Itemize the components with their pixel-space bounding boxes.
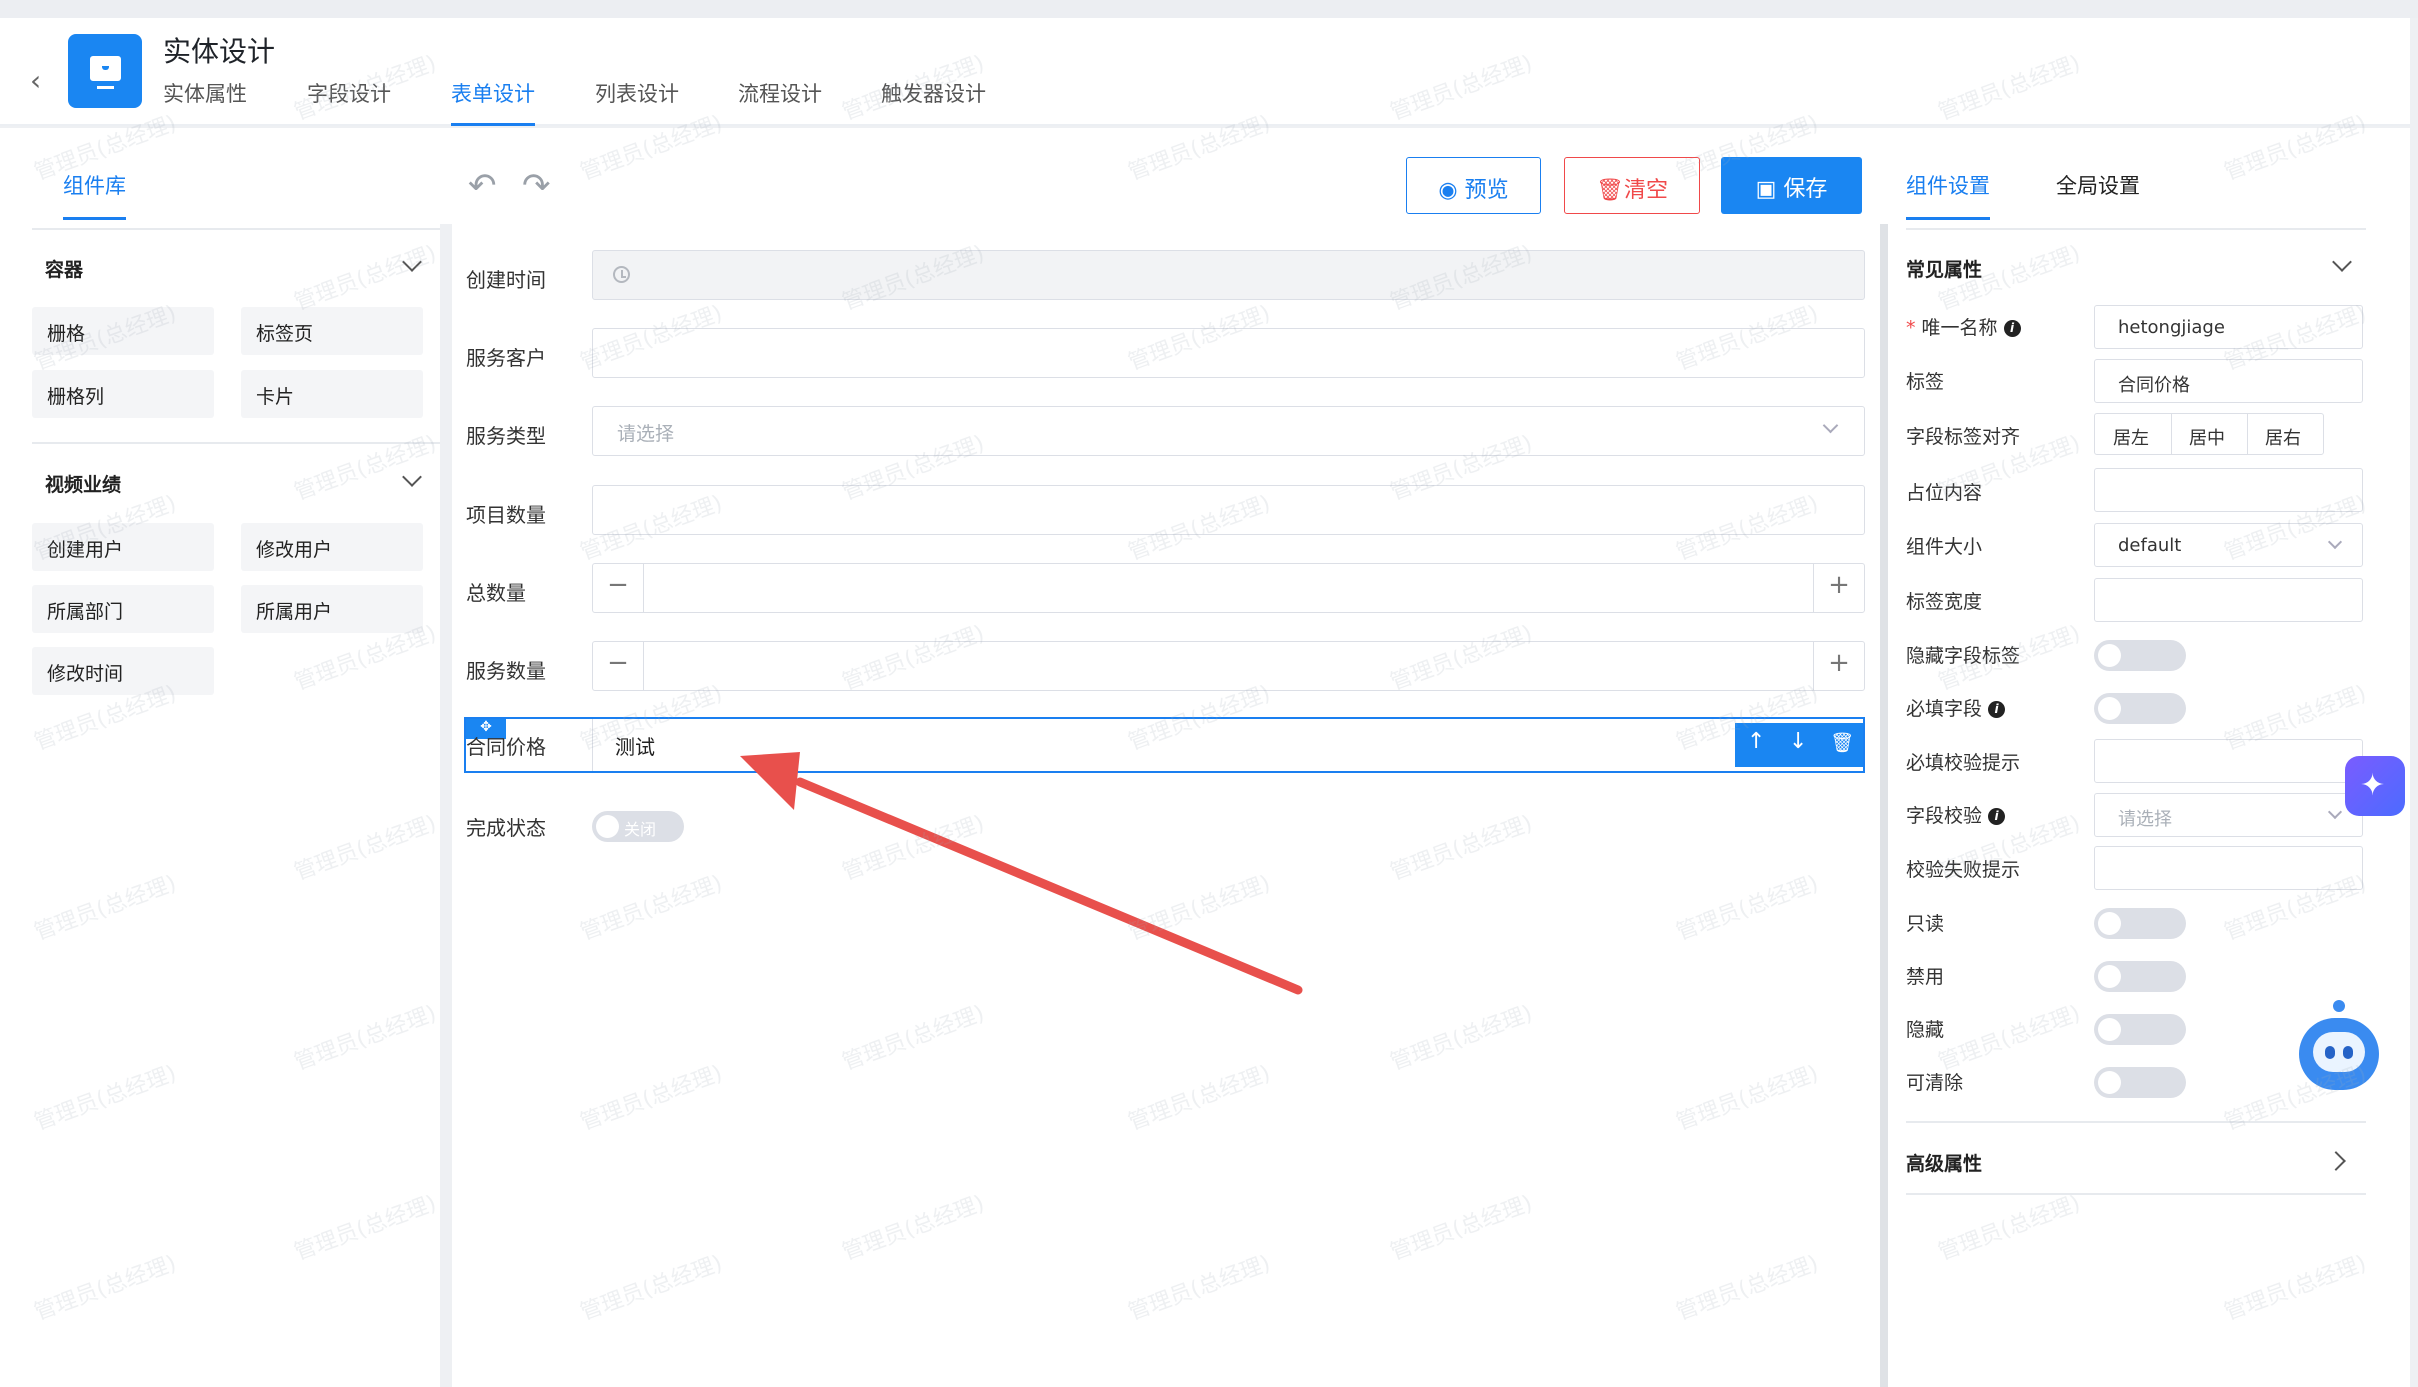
label-width-input[interactable]	[2094, 578, 2363, 622]
readonly-switch[interactable]	[2094, 908, 2186, 939]
prop-label: 禁用	[1906, 966, 1945, 988]
info-icon: i	[2003, 320, 2021, 337]
required-switch[interactable]	[2094, 693, 2186, 724]
prop-label: 校验失败提示	[1906, 859, 2021, 881]
prop-label: 只读	[1906, 913, 1945, 935]
ai-assistant-button[interactable]: ✦	[2345, 756, 2405, 816]
sparkle-icon: ✦	[2360, 768, 2386, 803]
prop-label: 可清除	[1906, 1072, 1964, 1094]
prop-label: 占位内容	[1906, 482, 1983, 504]
prop-label: 字段标签对齐	[1906, 426, 2021, 448]
disabled-switch[interactable]	[2094, 961, 2186, 992]
prop-label: 必填字段 i	[1906, 694, 2006, 721]
section-title-common[interactable]: 常见属性	[1906, 255, 1982, 282]
prop-label: * 唯一名称 i	[1906, 313, 2021, 340]
align-left-option[interactable]: 居左	[2113, 424, 2149, 450]
align-right-option[interactable]: 居右	[2265, 424, 2301, 450]
divider	[1906, 1121, 2366, 1123]
tab-component-settings[interactable]: 组件设置	[1906, 170, 1990, 220]
prop-label: 字段校验 i	[1906, 801, 2006, 828]
validation-fail-input[interactable]	[2094, 846, 2363, 890]
clearable-switch[interactable]	[2094, 1067, 2186, 1098]
chevron-right-icon[interactable]	[2326, 1151, 2346, 1171]
unique-name-input[interactable]: hetongjiage	[2094, 305, 2363, 349]
divider	[1906, 1193, 2366, 1195]
align-center-option[interactable]: 居中	[2189, 424, 2225, 450]
placeholder-input[interactable]	[2094, 468, 2363, 512]
info-icon: i	[1988, 808, 2006, 825]
robot-assistant-icon[interactable]	[2289, 1000, 2389, 1100]
prop-label: 标签	[1906, 371, 1945, 393]
required-message-input[interactable]	[2094, 739, 2363, 783]
size-select[interactable]: default	[2094, 523, 2363, 567]
label-align-group: 居左 居中 居右	[2094, 413, 2324, 455]
prop-label: 隐藏字段标签	[1906, 645, 2021, 667]
hidden-switch[interactable]	[2094, 1014, 2186, 1045]
chevron-down-icon[interactable]	[2332, 252, 2352, 272]
hide-label-switch[interactable]	[2094, 640, 2186, 671]
properties-panel: 组件设置 全局设置 常见属性 * 唯一名称 i hetongjiage 标签 合同价…	[1888, 128, 2410, 1387]
label-input[interactable]: 合同价格	[2094, 359, 2363, 403]
prop-label: 标签宽度	[1906, 591, 1983, 613]
prop-label: 必填校验提示	[1906, 752, 2021, 774]
prop-label: 隐藏	[1906, 1019, 1945, 1041]
tab-global-settings[interactable]: 全局设置	[2056, 170, 2140, 220]
chevron-down-icon	[2327, 534, 2343, 550]
chevron-down-icon	[2327, 804, 2343, 820]
prop-label: 组件大小	[1906, 536, 1983, 558]
divider	[1906, 228, 2366, 230]
validation-select[interactable]: 请选择	[2094, 793, 2363, 837]
info-icon: i	[1988, 701, 2006, 718]
section-title-advanced[interactable]: 高级属性	[1906, 1149, 1982, 1176]
